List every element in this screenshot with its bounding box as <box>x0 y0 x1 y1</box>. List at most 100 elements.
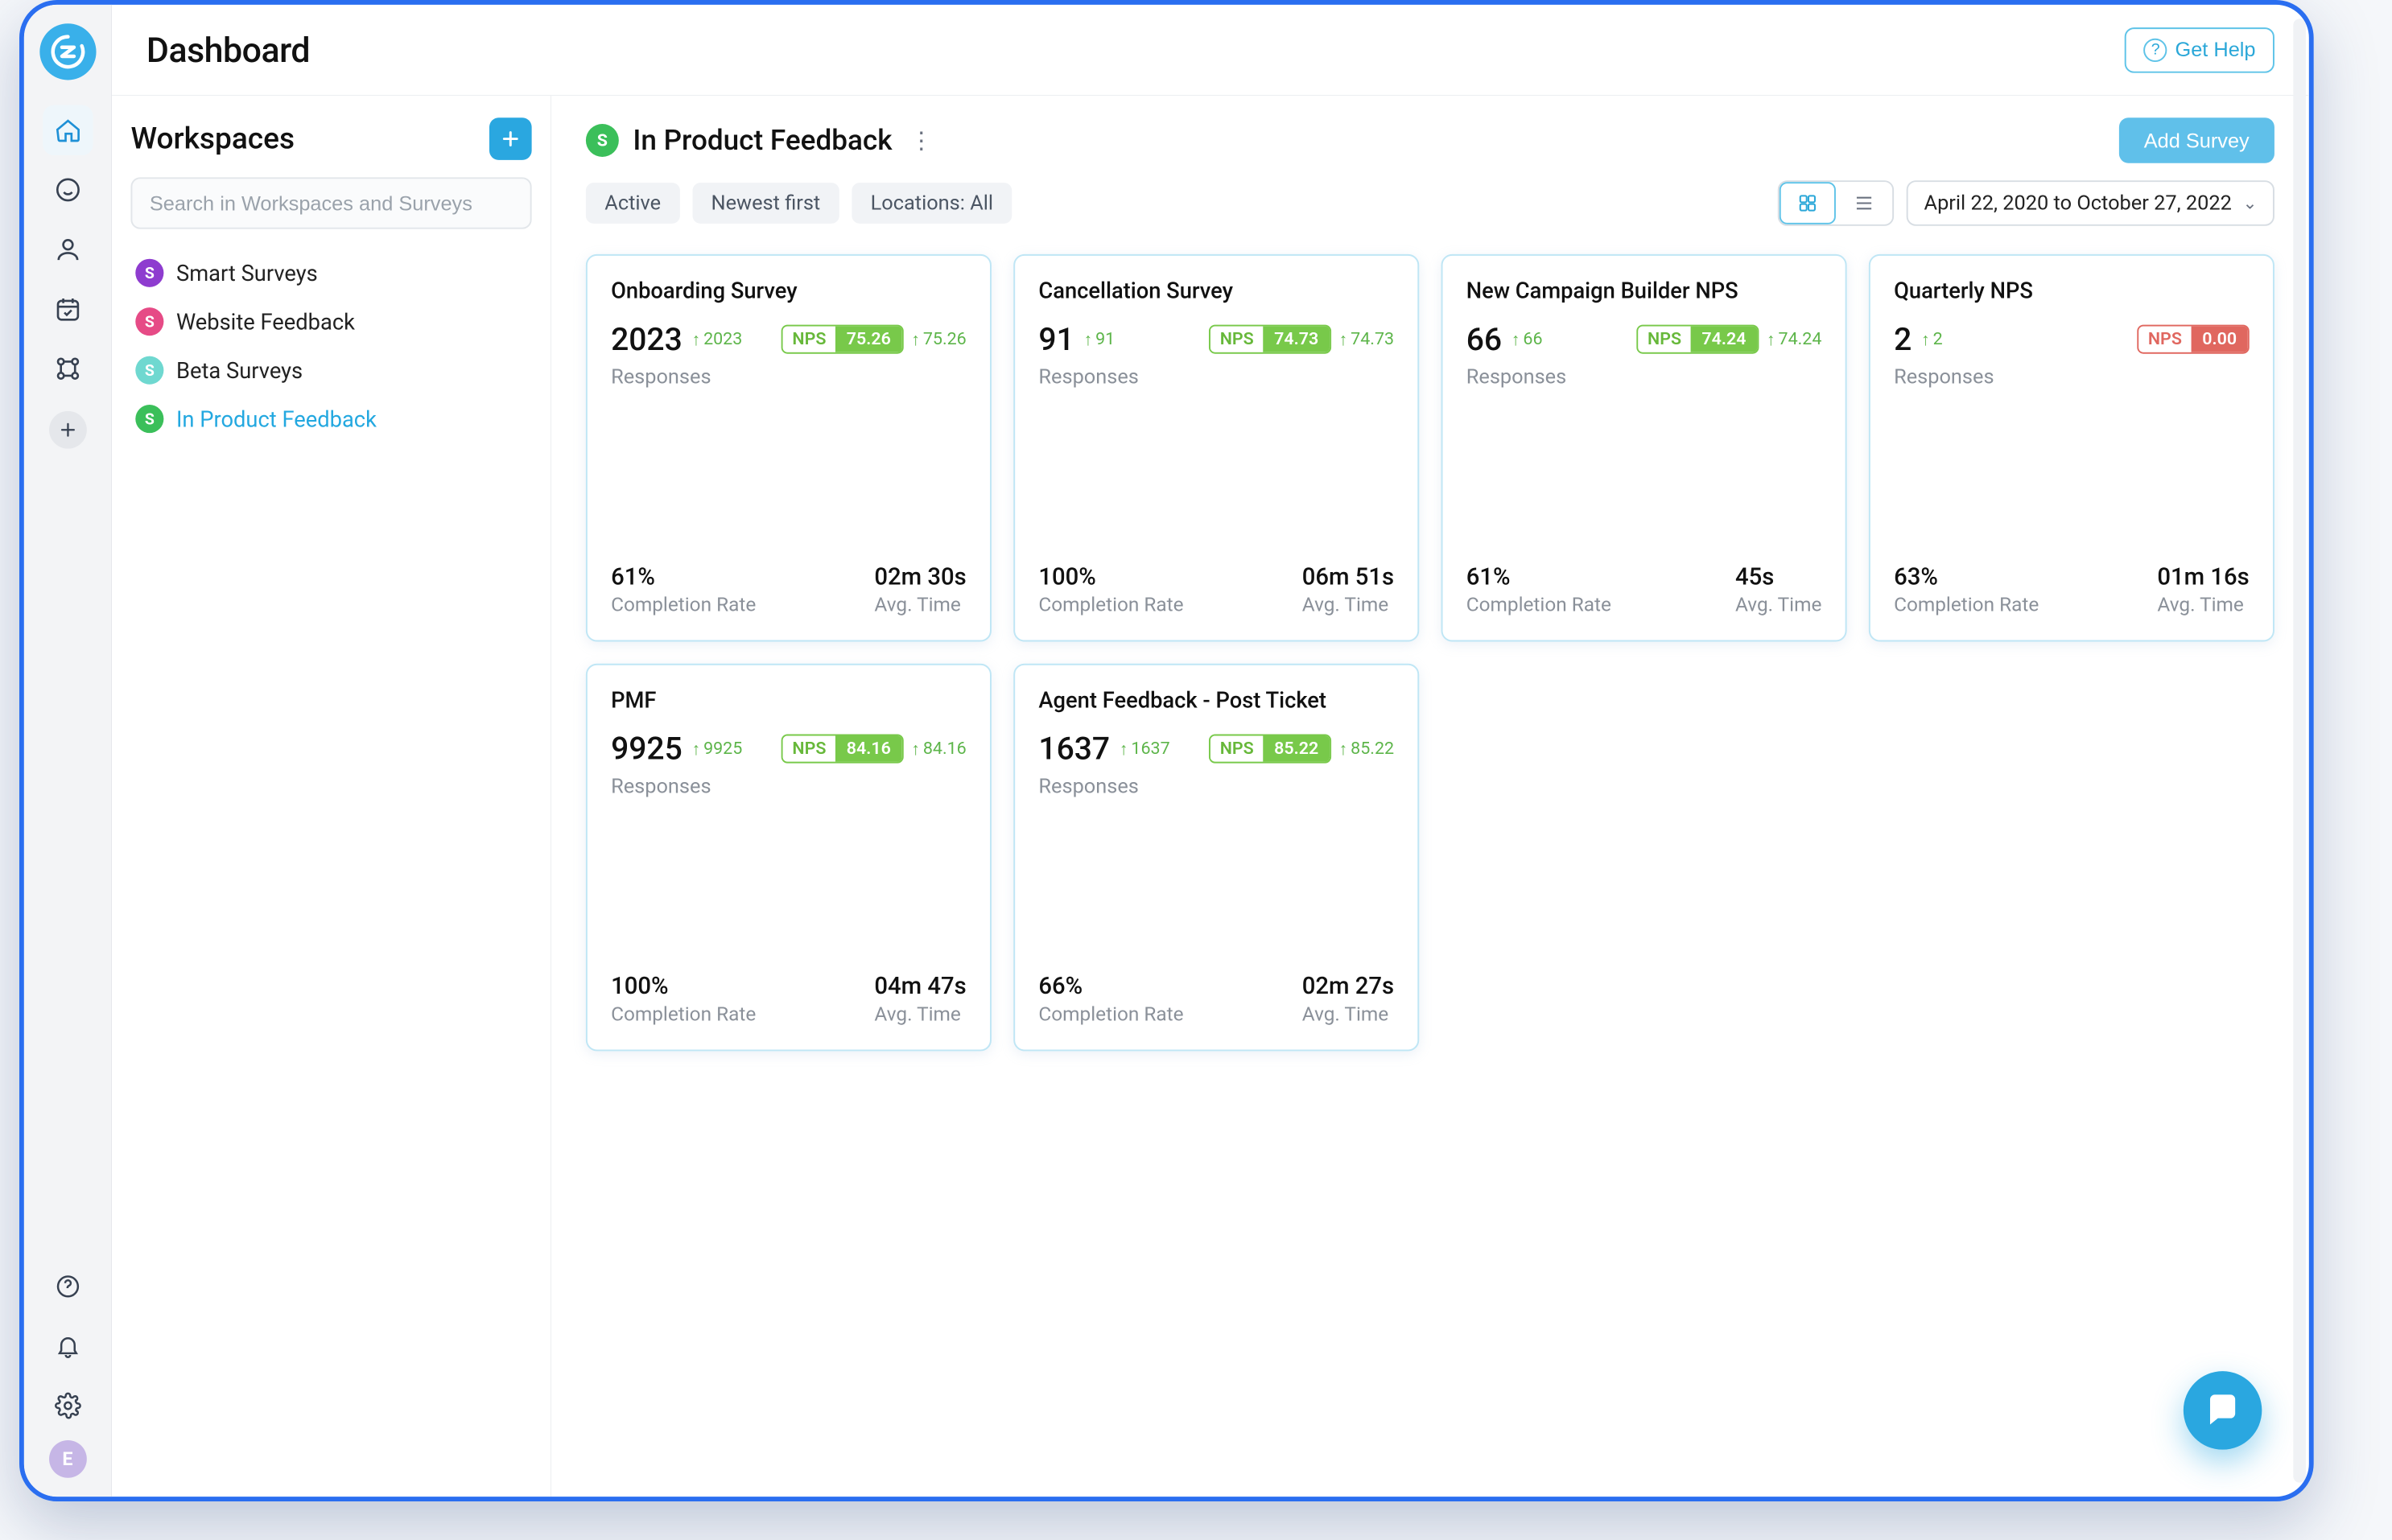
scrollbar[interactable] <box>2293 19 2306 1482</box>
responses-label: Responses <box>1894 365 2250 389</box>
survey-title: New Campaign Builder NPS <box>1466 278 1822 303</box>
avg-time-label: Avg. Time <box>2157 594 2249 616</box>
nps-delta: 75.26 <box>911 329 967 349</box>
nps-label: NPS <box>783 327 835 352</box>
completion-rate-label: Completion Rate <box>1038 1003 1183 1026</box>
avg-time-label: Avg. Time <box>874 1003 966 1026</box>
filter-row: Active Newest first Locations: All April… <box>586 180 2274 226</box>
arrow-up-icon <box>911 329 920 349</box>
chat-fab[interactable] <box>2184 1371 2262 1449</box>
survey-card[interactable]: Agent Feedback - Post Ticket 1637 1637 N… <box>1013 664 1419 1052</box>
survey-card[interactable]: New Campaign Builder NPS 66 66 NPS 74.24… <box>1441 254 1847 642</box>
sidebar-item-workspace[interactable]: SBeta Surveys <box>130 348 531 393</box>
nps-delta: 85.22 <box>1339 739 1395 759</box>
responses-value: 91 <box>1038 321 1074 358</box>
nav-add-icon[interactable] <box>49 411 87 449</box>
add-survey-button[interactable]: Add Survey <box>2118 117 2274 163</box>
nps-label: NPS <box>783 735 835 761</box>
nps-label: NPS <box>2138 327 2191 352</box>
workspace-badge: S <box>586 124 619 157</box>
view-list-button[interactable] <box>1836 182 1892 224</box>
nav-rail: E <box>24 5 112 1497</box>
completion-rate-label: Completion Rate <box>1466 594 1611 616</box>
arrow-up-icon <box>1511 329 1520 349</box>
arrow-up-icon <box>1120 739 1128 759</box>
sidebar-item-workspace[interactable]: S In Product Feedback <box>130 397 531 441</box>
sidebar-item-label: In Product Feedback <box>176 406 377 432</box>
avg-time-value: 45s <box>1735 563 1821 591</box>
page-title: Dashboard <box>146 30 310 71</box>
completion-rate-value: 100% <box>611 973 756 1000</box>
sidebar-item-label: Website Feedback <box>176 309 355 335</box>
workspace-search-input[interactable] <box>130 177 531 229</box>
filter-locations[interactable]: Locations: All <box>852 183 1012 224</box>
survey-title: Quarterly NPS <box>1894 278 2250 303</box>
responses-value: 1637 <box>1038 731 1110 768</box>
workspace-menu-icon[interactable] <box>909 126 931 154</box>
nav-calendar-icon[interactable] <box>43 284 93 334</box>
date-range-picker[interactable]: April 22, 2020 to October 27, 2022 ⌄ <box>1907 180 2274 226</box>
nps-value: 75.26 <box>835 327 901 352</box>
responses-delta: 91 <box>1083 329 1115 349</box>
avg-time-value: 01m 16s <box>2157 563 2249 591</box>
responses-value: 9925 <box>611 731 683 768</box>
responses-value: 2 <box>1894 321 1912 358</box>
workspace-name: In Product Feedback <box>633 124 892 157</box>
sidebar-item-workspace[interactable]: S Website Feedback <box>130 299 531 344</box>
workspace-dot-icon: S <box>135 405 163 433</box>
nps-badge: NPS 85.22 <box>1209 735 1331 764</box>
nav-settings-icon[interactable] <box>43 1381 93 1431</box>
completion-rate-label: Completion Rate <box>1894 594 2039 616</box>
nps-delta: 84.16 <box>911 739 967 759</box>
brand-logo <box>39 23 96 80</box>
survey-card[interactable]: Onboarding Survey 2023 2023 NPS 75.26 75… <box>586 254 992 642</box>
nps-badge: NPS 84.16 <box>782 735 904 764</box>
main-column: Dashboard ? Get Help Workspaces SSmart S… <box>112 5 2309 1497</box>
responses-label: Responses <box>1466 365 1822 389</box>
nps-badge: NPS 0.00 <box>2137 325 2249 354</box>
nps-badge: NPS 75.26 <box>782 325 904 354</box>
responses-delta: 9925 <box>691 739 742 759</box>
survey-title: Agent Feedback - Post Ticket <box>1038 687 1394 713</box>
nps-badge: NPS 74.73 <box>1209 325 1331 354</box>
sidebar-item-label: Smart Surveys <box>176 260 318 286</box>
arrow-up-icon <box>1339 739 1348 759</box>
avg-time-label: Avg. Time <box>874 594 966 616</box>
user-avatar[interactable]: E <box>49 1440 87 1478</box>
arrow-up-icon <box>1767 329 1775 349</box>
arrow-up-icon <box>691 329 700 349</box>
responses-value: 2023 <box>611 321 683 358</box>
filter-sort[interactable]: Newest first <box>692 183 839 224</box>
nps-delta: 74.24 <box>1767 329 1822 349</box>
nps-label: NPS <box>1210 327 1263 352</box>
filter-status[interactable]: Active <box>586 183 680 224</box>
survey-card[interactable]: Cancellation Survey 91 91 NPS 74.73 74.7… <box>1013 254 1419 642</box>
add-workspace-button[interactable] <box>489 117 532 160</box>
arrow-up-icon <box>1339 329 1348 349</box>
nps-value: 0.00 <box>2192 327 2248 352</box>
completion-rate-label: Completion Rate <box>611 594 756 616</box>
nav-feedback-icon[interactable] <box>43 165 93 215</box>
sidebar-item-label: Beta Surveys <box>176 357 303 383</box>
nav-help-icon[interactable] <box>43 1262 93 1311</box>
date-range-text: April 22, 2020 to October 27, 2022 <box>1924 191 2232 215</box>
completion-rate-value: 66% <box>1038 973 1183 1000</box>
survey-card[interactable]: PMF 9925 9925 NPS 84.16 84.16 Responses … <box>586 664 992 1052</box>
view-grid-button[interactable] <box>1780 182 1836 224</box>
nps-label: NPS <box>1638 327 1690 352</box>
workspaces-sidebar: Workspaces SSmart SurveysSWebsite Feedba… <box>112 96 551 1497</box>
survey-card[interactable]: Quarterly NPS 2 2 NPS 0.00 Responses 63%… <box>1869 254 2274 642</box>
nav-workflows-icon[interactable] <box>43 344 93 393</box>
workspace-dot-icon: S <box>135 307 163 336</box>
nav-contacts-icon[interactable] <box>43 224 93 274</box>
nps-value: 84.16 <box>835 735 901 761</box>
arrow-up-icon <box>911 739 920 759</box>
responses-value: 66 <box>1466 321 1502 358</box>
responses-delta: 66 <box>1511 329 1543 349</box>
nav-notifications-icon[interactable] <box>43 1321 93 1371</box>
nps-value: 74.73 <box>1263 327 1329 352</box>
nav-home-icon[interactable] <box>43 105 93 155</box>
sidebar-item-workspace[interactable]: SSmart Surveys <box>130 251 531 295</box>
responses-label: Responses <box>611 365 967 389</box>
get-help-button[interactable]: ? Get Help <box>2125 27 2274 73</box>
